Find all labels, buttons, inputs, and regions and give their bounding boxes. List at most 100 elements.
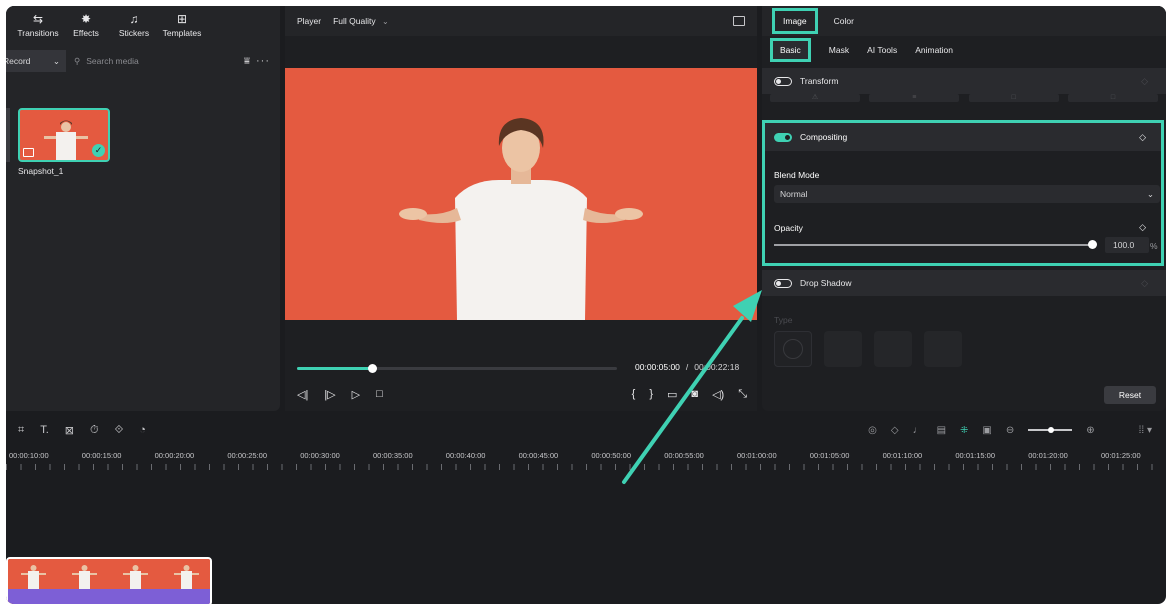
timeline-toolbar: ⌗ T. ⊠ ⏱ ⟐ ◔ ◎ ◇ ♩ ▤ ⁜ ▣ ⊖ ⊕ ⁞⁞ ▾ (6, 416, 1166, 444)
next-frame-icon[interactable]: |▷ (324, 388, 335, 401)
tab-ai-tools[interactable]: AI Tools (867, 45, 897, 55)
tab-transitions[interactable]: ⇆ Transitions (14, 6, 62, 44)
clip-frame-image (59, 559, 110, 589)
ruler-time-label: 00:00:50:00 (591, 451, 632, 460)
quality-dropdown[interactable]: Full Quality ⌄ (333, 16, 389, 26)
mark-in-icon[interactable]: { (632, 388, 636, 401)
transform-toggle[interactable] (774, 76, 792, 86)
tab-templates[interactable]: ⊞ Templates (158, 6, 206, 44)
keyframe-diamond-icon[interactable]: ◇ (1139, 222, 1146, 233)
tab-stickers[interactable]: ♫ Stickers (110, 6, 158, 44)
properties-panel: Image Color Basic Mask AI Tools Animatio… (762, 6, 1166, 411)
zoom-slider[interactable] (1028, 427, 1073, 433)
keyframe-diamond-icon[interactable]: ◇ (1141, 278, 1148, 289)
speed-icon[interactable]: ⏱ (90, 424, 99, 437)
align-icon[interactable]: ≡ (869, 94, 960, 102)
render-icon[interactable]: ◎ (868, 425, 877, 436)
ruler-time-label: 00:00:45:00 (518, 451, 559, 460)
fullscreen-icon[interactable]: ⤡ (738, 388, 747, 401)
pip-icon[interactable]: ▣ (982, 425, 991, 436)
opacity-input[interactable]: 100.0 (1105, 237, 1149, 253)
video-editor-window: ⇆ Transitions ✸ Effects ♫ Stickers ⊞ Tem… (6, 6, 1166, 604)
ruler-time-label: 00:00:40:00 (445, 451, 486, 460)
stop-icon[interactable]: □ (376, 388, 383, 401)
media-search-bar: Record ⌄ ⚲ Search media ⩸ ··· (6, 50, 280, 72)
clip-frame-image (161, 559, 210, 589)
tab-effects[interactable]: ✸ Effects (62, 6, 110, 44)
opacity-slider-handle[interactable] (1088, 240, 1097, 249)
scrubber-handle[interactable] (368, 364, 378, 373)
time-separator: / (685, 362, 689, 372)
microphone-icon[interactable]: ♩ (913, 425, 923, 436)
playback-scrubber[interactable] (297, 364, 617, 373)
mask-tool-icon[interactable]: ⊠ (65, 424, 74, 437)
flip-icon[interactable]: ⚠ (770, 94, 860, 102)
tab-basic[interactable]: Basic (770, 38, 811, 62)
keyframe-diamond-icon[interactable]: ◇ (1141, 76, 1148, 87)
property-sub-tabs: Basic Mask AI Tools Animation (762, 36, 1166, 64)
filter-icon[interactable]: ⩸ (244, 56, 250, 67)
fit-icon[interactable]: □ (1067, 94, 1158, 102)
ruler-time-label: 00:00:15:00 (81, 451, 122, 460)
drop-shadow-toggle[interactable] (774, 278, 792, 288)
voiceover-icon[interactable]: ▤ (937, 425, 946, 436)
ruler-time-label: 00:00:10:00 (9, 451, 49, 460)
keyframe-diamond-icon[interactable]: ◇ (1139, 132, 1146, 143)
previous-frame-icon[interactable]: ◁| (297, 388, 308, 401)
transform-controls: ⚠ ≡ □ □ (770, 94, 1158, 104)
compositing-section-header[interactable]: Compositing ◇ (765, 123, 1161, 151)
shadow-option[interactable] (874, 331, 912, 367)
marker-icon[interactable]: ◇ (891, 425, 899, 436)
shadow-option[interactable] (824, 331, 862, 367)
ruler-time-label: 00:01:25:00 (1101, 451, 1141, 460)
snap-icon[interactable]: ⁜ (960, 425, 968, 436)
media-item-thumbnail[interactable]: ✓ (18, 108, 110, 162)
shadow-option[interactable] (924, 331, 962, 367)
blend-mode-label: Blend Mode (774, 170, 820, 180)
tab-mask[interactable]: Mask (829, 45, 849, 55)
timeline-ruler[interactable]: 00:00:10:00 00:00:15:00 00:00:20:00 00:00:2… (6, 448, 1166, 472)
tab-image[interactable]: Image (772, 8, 818, 34)
ruler-time-label: 00:01:00:00 (737, 451, 777, 460)
shadow-none-option[interactable] (774, 331, 812, 367)
transform-section-header[interactable]: Transform ◇ (762, 68, 1166, 94)
search-input[interactable]: ⚲ Search media (74, 56, 244, 67)
tab-animation[interactable]: Animation (915, 45, 953, 55)
compositing-toggle[interactable] (774, 132, 792, 142)
keyframe-icon[interactable]: ⟐ (115, 424, 124, 437)
blend-mode-dropdown[interactable]: Normal ⌄ (774, 185, 1160, 203)
crop-tool-icon[interactable]: ⌗ (18, 424, 24, 437)
text-tool-icon[interactable]: T. (40, 424, 49, 437)
image-type-icon (23, 148, 34, 157)
record-dropdown[interactable]: Record ⌄ (6, 50, 66, 72)
ruler-time-label: 00:01:10:00 (882, 451, 923, 460)
video-preview[interactable] (285, 68, 757, 320)
opacity-slider[interactable] (774, 244, 1092, 246)
timecode: 00:00:05:00 / 00:00:22:18 (635, 362, 739, 372)
shadow-type-options (774, 331, 962, 367)
tab-color[interactable]: Color (834, 16, 854, 26)
media-item-partial[interactable] (6, 108, 10, 162)
clip-video-frames (8, 559, 210, 589)
drop-shadow-section-header[interactable]: Drop Shadow ◇ (762, 270, 1166, 296)
display-icon[interactable]: ▭ (667, 388, 677, 401)
mark-out-icon[interactable]: } (649, 388, 653, 401)
zoom-out-icon[interactable]: ⊖ (1006, 425, 1014, 436)
more-icon[interactable]: ··· (256, 55, 270, 67)
transport-controls: ◁| |▷ ▷ □ (297, 388, 383, 401)
color-match-icon[interactable]: ◔ (139, 424, 146, 437)
reset-button[interactable]: Reset (1104, 386, 1156, 404)
effects-icon: ✸ (80, 11, 92, 26)
ruler-ticks (6, 464, 1166, 470)
crop-icon[interactable]: □ (968, 94, 1059, 102)
zoom-in-icon[interactable]: ⊕ (1086, 425, 1094, 436)
current-time: 00:00:05:00 (635, 362, 680, 372)
opacity-label: Opacity (774, 223, 803, 233)
snapshot-view-icon[interactable] (733, 16, 745, 26)
play-icon[interactable]: ▷ (352, 388, 360, 401)
layout-icon[interactable]: ⁞⁞ ▾ (1139, 425, 1152, 436)
player-label: Player (297, 16, 322, 26)
timeline-clip[interactable] (6, 557, 212, 604)
volume-icon[interactable]: ◁) (712, 388, 724, 401)
snapshot-icon[interactable]: ◙ (691, 388, 698, 401)
